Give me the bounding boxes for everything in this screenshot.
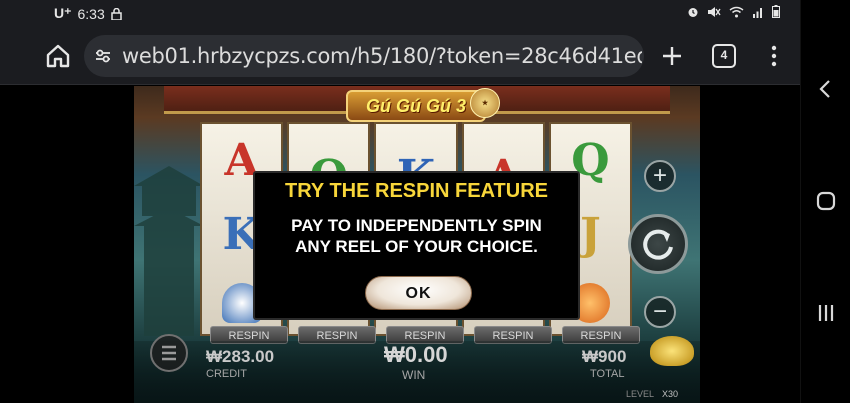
credit-label: CREDIT [206, 368, 247, 380]
wifi-icon [729, 6, 744, 17]
address-bar[interactable]: web01.hrbzycpzs.com/h5/180/?token=28c46d… [84, 35, 644, 77]
site-settings-icon[interactable] [93, 46, 113, 66]
dialog-message: PAY TO INDEPENDENTLY SPIN ANY REEL OF YO… [255, 215, 578, 257]
dialog-title: TRY THE RESPIN FEATURE [285, 180, 548, 202]
dialog-message-line-1: PAY TO INDEPENDENTLY SPIN [291, 216, 542, 235]
mute-icon [708, 6, 721, 17]
win-label: WIN [402, 368, 426, 382]
logo-badge: ★ [470, 88, 500, 118]
level-value: X30 [662, 389, 679, 399]
win-value: ₩0.00 [384, 342, 448, 367]
spin-icon [643, 229, 673, 260]
alarm-icon [688, 7, 698, 17]
more-menu-icon[interactable] [764, 42, 784, 70]
url-text[interactable]: web01.hrbzycpzs.com/h5/180/?token=28c46d… [122, 44, 642, 68]
pagoda-scenery [134, 166, 204, 336]
signal-icon [753, 7, 762, 18]
battery-icon [772, 5, 780, 18]
home-icon[interactable] [44, 42, 72, 70]
lock-icon [111, 7, 122, 20]
browser-toolbar: web01.hrbzycpzs.com/h5/180/?token=28c46d… [0, 28, 800, 85]
status-right [687, 5, 780, 18]
dialog-message-line-2: ANY REEL OF YOUR CHOICE. [295, 237, 538, 256]
hamburger-icon [162, 345, 176, 361]
total-label: TOTAL [590, 368, 625, 380]
tab-switcher-button[interactable]: 4 [712, 44, 736, 68]
respin-feature-dialog: TRY THE RESPIN FEATURE PAY TO INDEPENDEN… [253, 171, 580, 320]
new-tab-icon[interactable] [658, 42, 686, 70]
status-bar: U⁺ 6:33 [0, 0, 800, 28]
bet-decrease-button[interactable]: − [644, 296, 676, 328]
ok-button[interactable]: OK [365, 276, 472, 310]
symbol: J [580, 208, 601, 260]
home-nav-icon[interactable] [813, 188, 839, 214]
clock: 6:33 [77, 5, 105, 22]
status-left: U⁺ 6:33 [54, 5, 122, 22]
recents-icon[interactable] [813, 300, 839, 326]
back-icon[interactable] [813, 76, 839, 102]
credit-value: ₩283.00 [206, 347, 275, 366]
game-logo: Gú Gú Gú 3 [346, 90, 486, 122]
bet-increase-button[interactable]: + [644, 160, 676, 192]
level-label: LEVEL [626, 389, 655, 399]
game-menu-button[interactable] [150, 334, 188, 372]
total-bet-value: ₩900 [582, 347, 627, 366]
carrier-label: U⁺ [54, 5, 72, 21]
system-nav-bar [800, 0, 850, 403]
spin-button[interactable] [628, 214, 688, 274]
gold-ingot-decoration [650, 336, 694, 366]
